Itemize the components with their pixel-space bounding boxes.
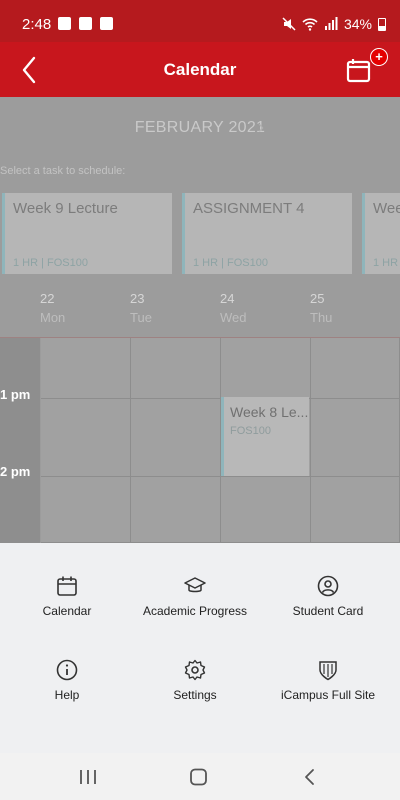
task-card[interactable]: ASSIGNMENT 4 1 HR | FOS100 (182, 193, 352, 274)
day-header: 23 Tue (130, 291, 190, 325)
menu-item-academic-progress[interactable]: Academic Progress (128, 575, 262, 618)
calendar-add-icon (346, 59, 371, 83)
menu-item-calendar[interactable]: Calendar (0, 575, 134, 618)
bottom-sheet-menu: Calendar Academic Progress Student Card … (0, 543, 400, 753)
menu-item-student-card[interactable]: Student Card (261, 575, 395, 618)
page-title: Calendar (163, 60, 237, 79)
notification-icons (58, 17, 113, 30)
user-circle-icon (317, 575, 339, 597)
wifi-icon (302, 18, 318, 31)
add-to-calendar-button[interactable]: + (346, 48, 388, 87)
menu-item-icampus-full-site[interactable]: iCampus Full Site (261, 659, 395, 702)
task-meta: 1 HR | FOS100 (193, 257, 268, 269)
day-header: 22 Mon (40, 291, 100, 325)
menu-label: iCampus Full Site (280, 688, 376, 702)
day-name: Mon (40, 310, 66, 325)
time-slot[interactable] (311, 399, 400, 477)
time-slot[interactable] (41, 399, 131, 477)
back-nav-button[interactable] (298, 767, 322, 787)
event-course: FOS100 (230, 425, 271, 437)
day-number: 25 (310, 291, 325, 306)
time-slot[interactable] (41, 477, 131, 543)
recent-apps-button[interactable] (76, 767, 100, 787)
info-icon (56, 659, 78, 681)
event-title: Week 8 Le... (230, 404, 309, 420)
calendar-view: FEBRUARY 2021 › Select a task to schedul… (0, 97, 400, 543)
status-time: 2:48 (22, 16, 52, 33)
time-label: 1 pm (0, 387, 31, 402)
battery-percent: 34% (343, 16, 372, 32)
gear-icon (184, 659, 206, 681)
time-slot[interactable] (131, 338, 221, 399)
time-slot[interactable] (221, 338, 311, 399)
mute-icon (282, 17, 296, 31)
day-name: Tue (130, 310, 152, 325)
day-header: 25 Thu (310, 291, 370, 325)
time-slot[interactable] (41, 338, 131, 399)
time-slot[interactable] (311, 477, 400, 543)
time-slot[interactable] (131, 399, 221, 477)
time-label: 2 pm (0, 464, 31, 479)
time-slot[interactable] (131, 477, 221, 543)
menu-label: Help (54, 688, 80, 702)
battery-icon (378, 17, 386, 31)
shield-icon (319, 661, 337, 681)
day-name: Wed (220, 310, 247, 325)
close-notification-icon (100, 17, 113, 30)
menu-label: Settings (173, 688, 217, 702)
system-navigation-bar (0, 753, 400, 800)
calendar-event[interactable]: Week 8 Le... FOS100 (221, 397, 309, 476)
task-title: ASSIGNMENT 4 (193, 200, 305, 217)
day-number: 24 (220, 291, 235, 306)
task-meta: 1 HR | FOS100 (13, 257, 88, 269)
menu-label: Calendar (42, 604, 92, 618)
menu-item-settings[interactable]: Settings (128, 659, 262, 702)
signal-icon (324, 17, 338, 30)
task-title: Week 9 Lecture (13, 200, 118, 217)
system-status: 34% (282, 16, 386, 32)
status-bar: 2:48 34% (0, 0, 400, 42)
menu-label: Academic Progress (142, 604, 248, 618)
time-slot[interactable] (221, 477, 311, 543)
menu-item-help[interactable]: Help (0, 659, 134, 702)
task-card[interactable]: Wee 1 HR (362, 193, 400, 274)
task-title: Wee (373, 200, 400, 217)
day-number: 22 (40, 291, 55, 306)
day-number: 23 (130, 291, 145, 306)
time-gutter: 1 pm 2 pm (0, 337, 40, 543)
menu-label: Student Card (292, 604, 364, 618)
next-month-icon[interactable]: › (258, 117, 264, 138)
add-badge: + (370, 48, 388, 66)
app-notification-icon (79, 17, 92, 30)
month-label: FEBRUARY 2021 (134, 119, 266, 136)
task-card[interactable]: Week 9 Lecture 1 HR | FOS100 (2, 193, 172, 274)
schedule-prompt: Select a task to schedule: (0, 165, 126, 177)
top-app-bar: Calendar + (0, 42, 400, 97)
calendar-grid: 1 pm 2 pm Week 8 Le... FOS100 (0, 337, 400, 543)
task-meta: 1 HR (373, 257, 399, 269)
image-icon (58, 17, 71, 30)
grid-divider (0, 337, 400, 338)
calendar-icon (57, 576, 77, 596)
day-name: Thu (310, 310, 333, 325)
graduation-cap-icon (184, 577, 206, 593)
time-slot[interactable] (311, 338, 400, 399)
day-header: 24 Wed (220, 291, 280, 325)
home-button[interactable] (186, 767, 210, 787)
